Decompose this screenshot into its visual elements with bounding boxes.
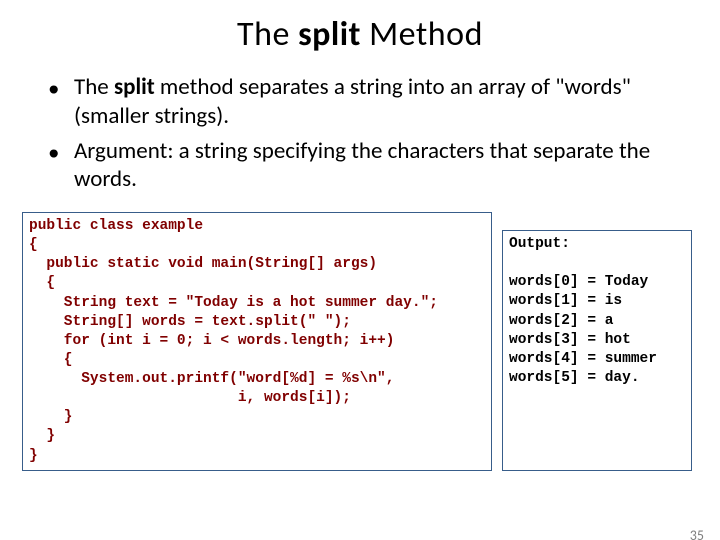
bullet-text: The split method separates a string into… (74, 73, 680, 131)
bullet-post: method separates a string into an array … (74, 73, 631, 130)
code-box: public class example { public static voi… (22, 212, 492, 471)
bullet-pre: The (74, 73, 114, 101)
title-pre: The (237, 14, 298, 55)
title-bold: split (298, 14, 361, 55)
bullet-dot: • (48, 73, 74, 131)
bullet-item: • Argument: a string specifying the char… (48, 137, 680, 195)
bullet-item: • The split method separates a string in… (48, 73, 680, 131)
bullet-list: • The split method separates a string in… (48, 73, 680, 194)
title-post: Method (361, 14, 483, 55)
output-box: Output: words[0] = Today words[1] = is w… (502, 230, 692, 471)
bullet-text: Argument: a string specifying the charac… (74, 137, 680, 195)
slide: The split Method • The split method sepa… (0, 14, 720, 540)
slide-title: The split Method (0, 14, 720, 55)
page-number: 35 (690, 527, 704, 540)
bullet-dot: • (48, 137, 74, 195)
panels: public class example { public static voi… (22, 212, 698, 471)
bullet-pre: Argument: a string specifying the charac… (74, 137, 650, 194)
bullet-bold: split (114, 73, 155, 101)
